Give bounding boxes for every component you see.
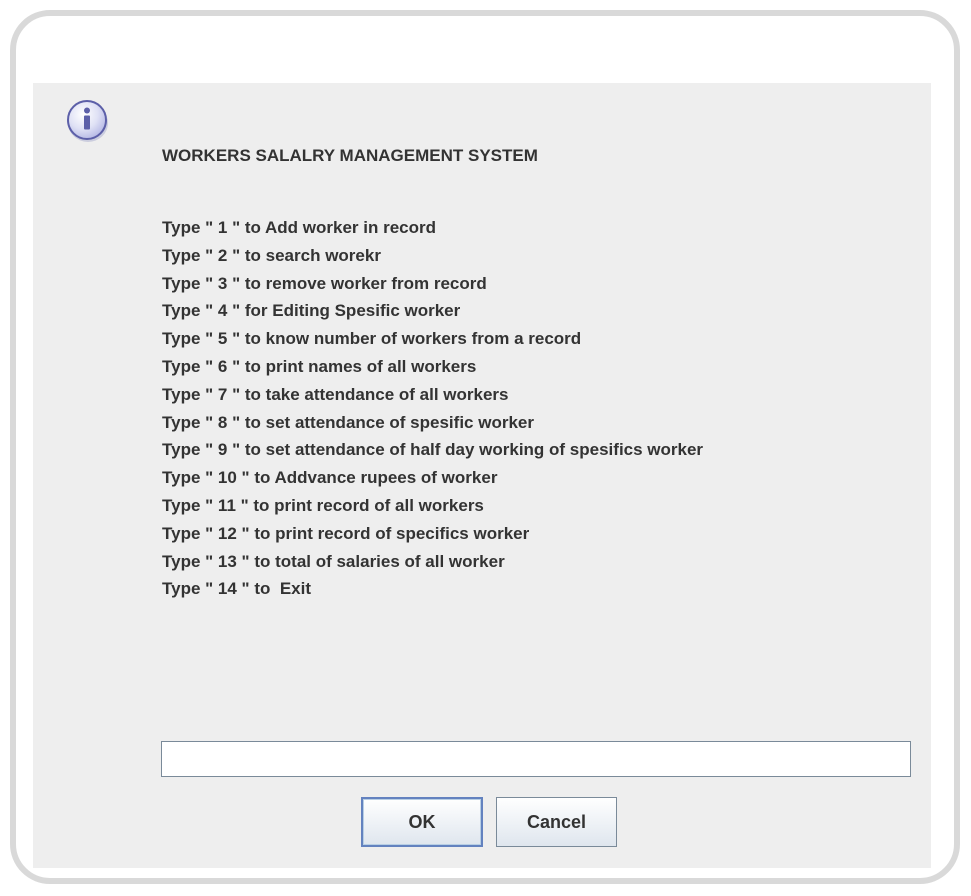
cancel-button[interactable]: Cancel [496,797,617,847]
ok-button[interactable]: OK [361,797,483,847]
menu-option: Type " 11 " to print record of all worke… [162,495,484,515]
menu-option: Type " 13 " to total of salaries of all … [162,551,505,571]
menu-option: Type " 10 " to Addvance rupees of worker [162,468,498,488]
dialog-title: WORKERS SALALRY MANAGEMENT SYSTEM [162,146,538,165]
menu-options-list: Type " 1 " to Add worker in record Type … [162,214,703,603]
menu-option: Type " 12 " to print record of specifics… [162,523,530,543]
choice-input[interactable] [161,741,911,777]
menu-option: Type " 2 " to search worekr [162,245,381,265]
menu-option: Type " 4 " for Editing Spesific worker [162,301,461,321]
menu-option: Type " 3 " to remove worker from record [162,273,487,293]
menu-option: Type " 1 " to Add worker in record [162,218,437,237]
menu-option: Type " 9 " to set attendance of half day… [162,440,704,460]
menu-option: Type " 5 " to know number of workers fro… [162,329,582,349]
menu-option: Type " 7 " to take attendance of all wor… [162,384,509,404]
info-icon [65,98,111,144]
menu-option: Type " 6 " to print names of all workers [162,356,477,376]
menu-option: Type " 14 " to Exit [162,579,312,599]
menu-option: Type " 8 " to set attendance of spesific… [162,412,534,432]
